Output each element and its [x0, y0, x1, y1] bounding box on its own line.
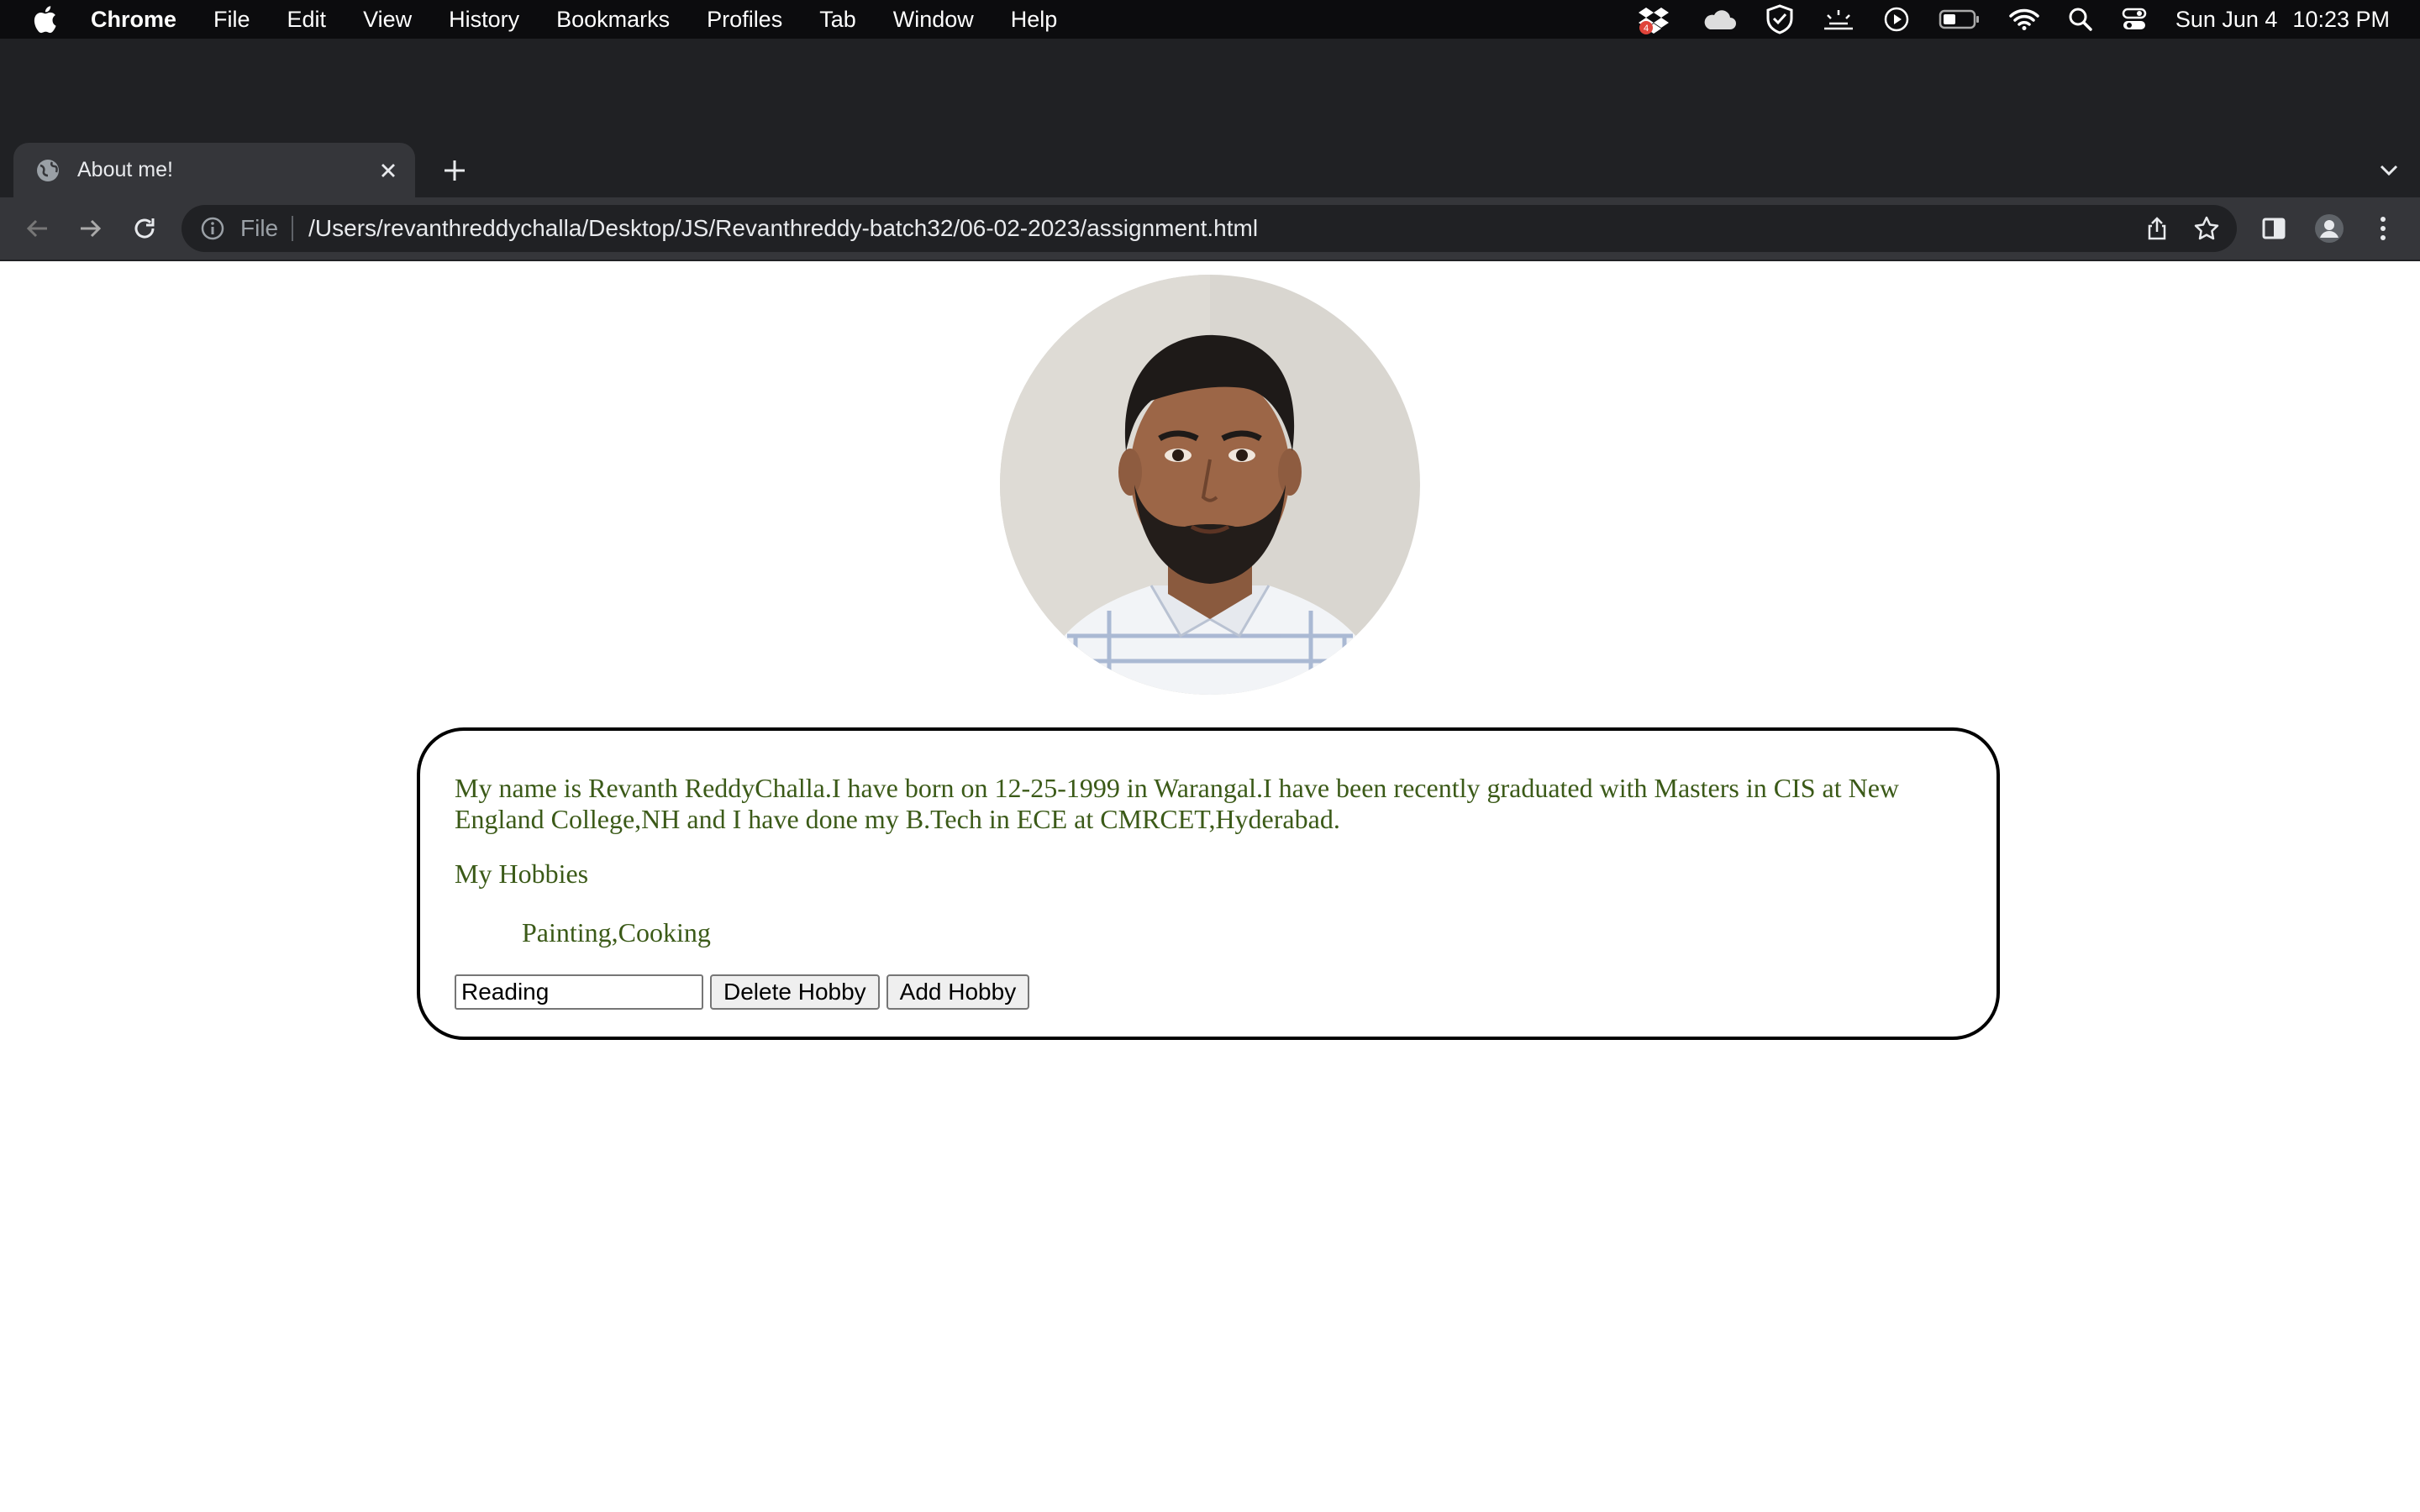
menu-app-name[interactable]: Chrome — [91, 7, 176, 33]
url-separator — [292, 216, 294, 241]
globe-icon — [35, 158, 60, 183]
site-info-icon[interactable] — [200, 216, 225, 241]
menu-tab[interactable]: Tab — [819, 7, 856, 33]
profile-avatar-icon[interactable] — [2314, 213, 2344, 244]
menu-file[interactable]: File — [213, 7, 250, 33]
dropbox-icon[interactable]: 4 — [1638, 4, 1673, 34]
menu-window[interactable]: Window — [893, 7, 974, 33]
tab-close-icon[interactable] — [376, 159, 400, 182]
new-tab-plus-icon[interactable] — [439, 155, 471, 186]
menubar-time: 10:23 PM — [2292, 6, 2390, 32]
bio-paragraph: My name is Revanth ReddyChalla.I have bo… — [455, 773, 1900, 834]
night-shift-icon[interactable] — [1823, 7, 1854, 32]
tab-search-chevron-down-icon[interactable] — [2376, 158, 2402, 183]
shield-icon[interactable] — [1765, 4, 1794, 34]
delete-hobby-button[interactable]: Delete Hobby — [710, 974, 880, 1010]
battery-icon[interactable] — [1939, 8, 1981, 30]
hobbies-list: Painting,Cooking — [522, 917, 711, 948]
control-center-icon[interactable] — [2122, 7, 2147, 32]
menu-bookmarks[interactable]: Bookmarks — [556, 7, 670, 33]
reload-icon[interactable] — [128, 212, 161, 245]
wifi-icon[interactable] — [2009, 8, 2039, 31]
url-text[interactable]: /Users/revanthreddychalla/Desktop/JS/Rev… — [308, 215, 1258, 242]
address-bar[interactable]: File /Users/revanthreddychalla/Desktop/J… — [182, 205, 2237, 252]
menubar-date: Sun Jun 4 — [2175, 6, 2278, 32]
menu-bar: Chrome File Edit View History Bookmarks … — [0, 0, 2420, 39]
dropbox-badge: 4 — [1644, 24, 1649, 34]
share-icon[interactable] — [2144, 216, 2170, 241]
hobby-controls: Delete Hobby Add Hobby — [455, 974, 1030, 1010]
browser-toolbar: File /Users/revanthreddychalla/Desktop/J… — [0, 197, 2420, 261]
hobbies-heading: My Hobbies — [455, 858, 589, 889]
menu-edit[interactable]: Edit — [287, 7, 327, 33]
spotlight-search-icon[interactable] — [2068, 7, 2093, 32]
kebab-menu-icon[interactable] — [2368, 213, 2398, 244]
menu-help[interactable]: Help — [1011, 7, 1058, 33]
forward-arrow-icon[interactable] — [74, 212, 108, 245]
menubar-clock[interactable]: Sun Jun 4 10:23 PM — [2175, 7, 2390, 33]
tab-about-me[interactable]: About me! — [13, 143, 415, 197]
tab-title: About me! — [77, 158, 173, 181]
menu-view[interactable]: View — [363, 7, 412, 33]
status-area: 4 Sun Jun 4 10:23 PM — [1609, 0, 2390, 39]
side-panel-icon[interactable] — [2259, 213, 2289, 244]
menu-history[interactable]: History — [449, 7, 519, 33]
menu-profiles[interactable]: Profiles — [707, 7, 782, 33]
page-content: My name is Revanth ReddyChalla.I have bo… — [0, 261, 2420, 1512]
cloud-icon[interactable] — [1702, 8, 1737, 31]
add-hobby-button[interactable]: Add Hobby — [886, 974, 1030, 1010]
profile-photo — [1000, 275, 1420, 695]
tab-strip: About me! — [0, 39, 2420, 197]
apple-menu-icon[interactable] — [32, 4, 57, 34]
play-icon[interactable] — [1883, 6, 1910, 33]
about-card: My name is Revanth ReddyChalla.I have bo… — [417, 727, 2000, 1040]
bookmark-star-icon[interactable] — [2193, 215, 2220, 242]
hobby-input[interactable] — [455, 974, 703, 1010]
back-arrow-icon[interactable] — [20, 212, 54, 245]
url-scheme-label: File — [240, 215, 279, 241]
